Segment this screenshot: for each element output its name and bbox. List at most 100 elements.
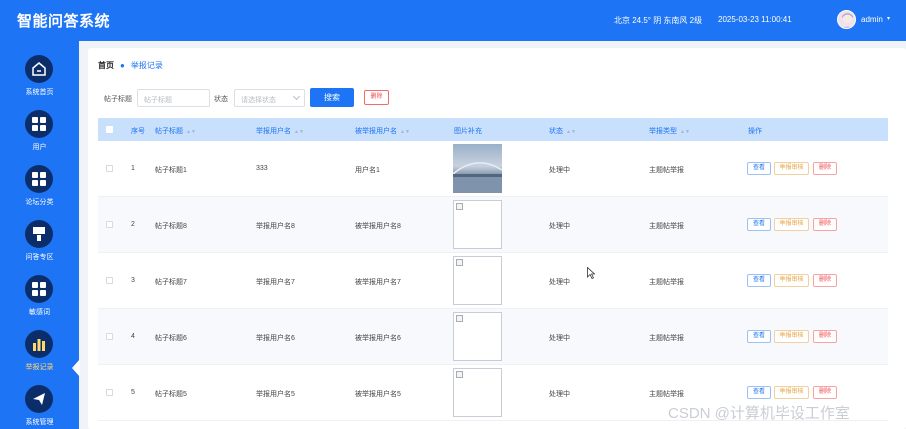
app-title: 智能问答系统 (17, 13, 111, 30)
sort-icon: ▲▼ (400, 129, 410, 135)
funnel-icon (25, 220, 53, 248)
sort-icon: ▲▼ (566, 129, 576, 135)
active-indicator (72, 359, 80, 377)
content-panel: 首页 ● 举报记录 帖子标题 帖子标题 状态 请选择状态 搜索 删除 序号 帖子标题… (88, 48, 906, 429)
status-text: 处理中 (549, 279, 570, 286)
sidebar-item-forum-category[interactable]: 论坛分类 (0, 165, 79, 220)
sidebar-item-label: 系统首页 (25, 89, 54, 96)
username[interactable]: admin (861, 15, 883, 24)
view-button[interactable]: 查看 (747, 330, 771, 343)
audit-button[interactable]: 举报审核 (774, 274, 809, 287)
table-row: 4 帖子标题6 举报用户名6 被举报用户名6 处理中 主题帖举报 查看 举报审核 删除 (98, 309, 888, 365)
delete-button[interactable]: 删除 (813, 386, 837, 399)
send-icon (25, 385, 53, 413)
reported-name: 被举报用户名5 (355, 391, 401, 398)
report-image[interactable] (453, 312, 502, 361)
row-checkbox[interactable] (106, 165, 113, 172)
table-row: 1 帖子标题1 333 用户名1 处理中 主题帖举报 查看 举报审核 删除 (98, 141, 888, 197)
audit-button[interactable]: 举报审核 (774, 218, 809, 231)
weather-info: 北京 24.5° 阴 东南风 2级 (614, 16, 703, 25)
status-select-placeholder: 请选择状态 (241, 97, 276, 104)
column-header[interactable]: 帖子标题 ▲▼ (155, 126, 196, 136)
search-button[interactable]: 搜索 (310, 88, 354, 107)
column-header[interactable]: 举报用户名 ▲▼ (256, 126, 304, 136)
bar-chart-icon (25, 330, 53, 358)
broken-image-icon (456, 203, 463, 210)
delete-button[interactable]: 删除 (813, 218, 837, 231)
sort-icon: ▲▼ (186, 129, 196, 135)
view-button[interactable]: 查看 (747, 274, 771, 287)
report-type: 主题帖举报 (649, 223, 684, 230)
delete-button[interactable]: 删除 (813, 162, 837, 175)
home-icon (25, 55, 53, 83)
view-button[interactable]: 查看 (747, 386, 771, 399)
user-menu-caret[interactable]: ▾ (887, 15, 890, 22)
sidebar-item-qa[interactable]: 问答专区 (0, 220, 79, 275)
report-image[interactable] (453, 200, 502, 249)
breadcrumb-separator: ● (120, 61, 125, 70)
reported-name: 被举报用户名7 (355, 279, 401, 286)
status-text: 处理中 (549, 391, 570, 398)
sidebar-item-users[interactable]: 用户 (0, 110, 79, 165)
avatar[interactable] (837, 10, 856, 29)
row-checkbox[interactable] (106, 277, 113, 284)
sidebar-item-system[interactable]: 系统管理 (0, 385, 79, 429)
sidebar-item-sensitive-words[interactable]: 敏感词 (0, 275, 79, 330)
table-row: 2 帖子标题8 举报用户名8 被举报用户名8 处理中 主题帖举报 查看 举报审核 删除 (98, 197, 888, 253)
report-image[interactable] (453, 368, 502, 417)
row-index: 5 (131, 389, 135, 396)
breadcrumb-current: 举报记录 (130, 61, 163, 70)
view-button[interactable]: 查看 (747, 162, 771, 175)
column-header[interactable]: 被举报用户名 ▲▼ (355, 126, 410, 136)
post-title: 帖子标题7 (155, 279, 187, 286)
select-all-checkbox[interactable] (106, 126, 113, 133)
audit-button[interactable]: 举报审核 (774, 162, 809, 175)
sidebar-item-label: 论坛分类 (25, 199, 54, 206)
delete-button[interactable]: 删除 (813, 330, 837, 343)
sidebar-item-label: 用户 (32, 144, 47, 151)
reported-name: 被举报用户名8 (355, 223, 401, 230)
report-type: 主题帖举报 (649, 279, 684, 286)
row-checkbox[interactable] (106, 221, 113, 228)
delete-button[interactable]: 删除 (813, 274, 837, 287)
column-header[interactable]: 状态 ▲▼ (549, 126, 576, 136)
report-type: 主题帖举报 (649, 335, 684, 342)
audit-button[interactable]: 举报审核 (774, 330, 809, 343)
column-header: 序号 (131, 128, 145, 135)
table-header: 序号 帖子标题 ▲▼ 举报用户名 ▲▼ 被举报用户名 ▲▼ 图片补充 状态 ▲▼ 举报类… (98, 118, 888, 141)
audit-button[interactable]: 举报审核 (774, 386, 809, 399)
sort-icon: ▲▼ (294, 129, 304, 135)
view-button[interactable]: 查看 (747, 218, 771, 231)
status-text: 处理中 (549, 167, 570, 174)
reporter-name: 333 (256, 165, 268, 172)
sidebar-item-reports[interactable]: 举报记录 (0, 330, 80, 385)
column-header: 操作 (748, 128, 762, 135)
reporter-name: 举报用户名6 (256, 335, 295, 342)
batch-delete-button[interactable]: 删除 (364, 90, 389, 105)
avatar-image (838, 11, 855, 28)
sort-icon: ▲▼ (680, 129, 690, 135)
row-checkbox[interactable] (106, 389, 113, 396)
row-checkbox[interactable] (106, 333, 113, 340)
column-header[interactable]: 举报类型 ▲▼ (649, 126, 690, 136)
title-search-input[interactable]: 帖子标题 (137, 89, 210, 107)
top-header: 智能问答系统 北京 24.5° 阴 东南风 2级 2025-03-23 11:0… (0, 0, 906, 41)
datetime: 2025-03-23 11:00:41 (718, 15, 792, 24)
reporter-name: 举报用户名5 (256, 391, 295, 398)
sidebar-item-label: 系统管理 (25, 419, 54, 426)
status-filter-label: 状态 (214, 96, 228, 103)
report-image[interactable] (453, 256, 502, 305)
report-image[interactable] (453, 144, 502, 193)
broken-image-icon (456, 315, 463, 322)
reported-name: 被举报用户名6 (355, 335, 401, 342)
chevron-down-icon (292, 92, 301, 101)
column-header: 图片补充 (454, 128, 482, 135)
sidebar-item-label: 问答专区 (25, 254, 54, 261)
sidebar-item-home[interactable]: 系统首页 (0, 55, 79, 110)
reporter-name: 举报用户名7 (256, 279, 295, 286)
status-text: 处理中 (549, 223, 570, 230)
breadcrumb: 首页 ● 举报记录 (98, 60, 163, 71)
sidebar-item-label: 敏感词 (29, 309, 50, 316)
status-select[interactable]: 请选择状态 (234, 89, 305, 107)
breadcrumb-home[interactable]: 首页 (98, 61, 114, 70)
